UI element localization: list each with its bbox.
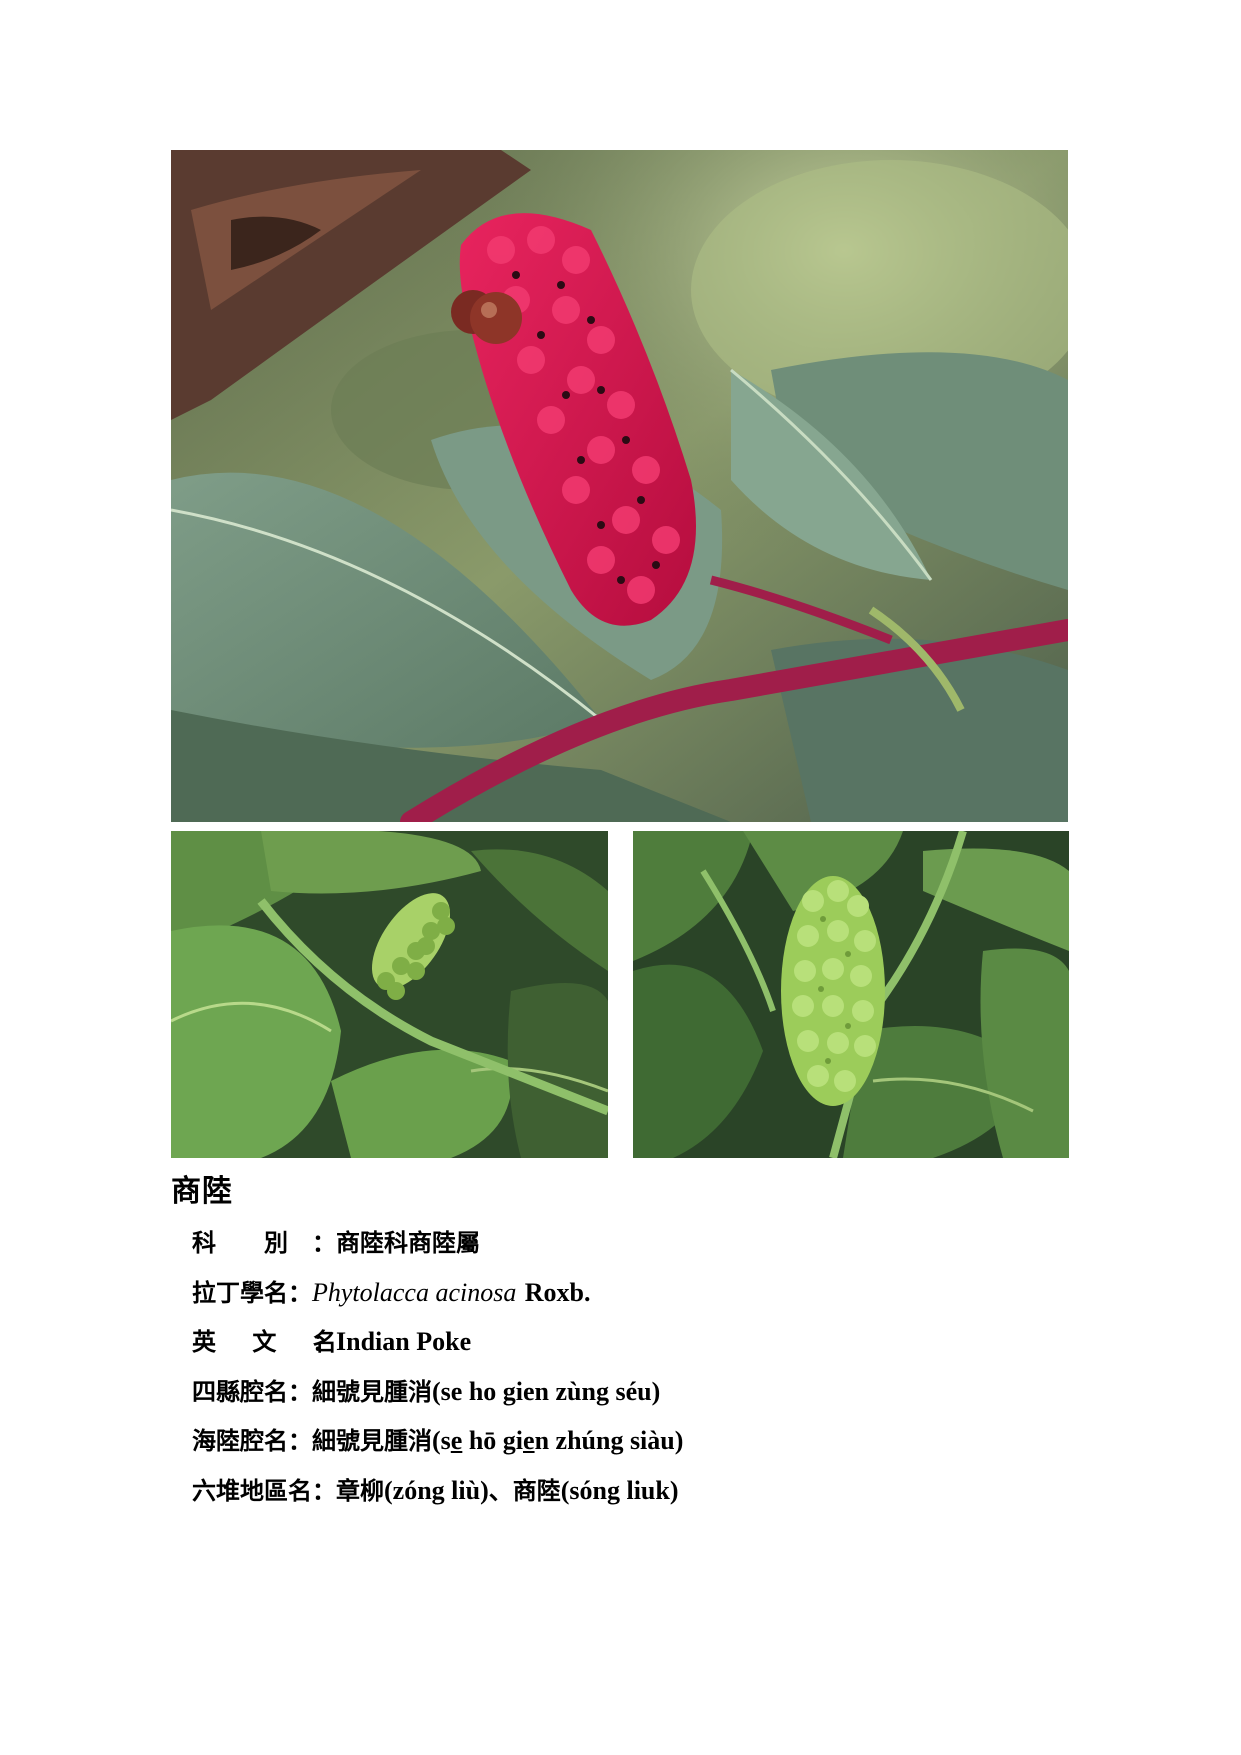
label-liudui-name: 六堆地區名: [192, 1476, 312, 1505]
label-hailu-name: 海陸腔名: [192, 1427, 288, 1455]
row-family: 科 別 ：商陸科商陸屬: [192, 1218, 683, 1268]
species-info: 科 別：商陸科商陸屬 拉丁學名：Phytolacca acinosa Roxb.…: [192, 1218, 683, 1515]
row-liudui-name: 六堆地區名：章柳(zóng liù)、商陸(sóng liuk): [192, 1466, 683, 1516]
species-name: 商陸: [171, 1174, 233, 1209]
separator: 、: [488, 1476, 513, 1505]
value-latin-author: Roxb.: [524, 1277, 591, 1307]
photo-main-red-flower: [171, 150, 1068, 822]
label-family: 科 別: [192, 1229, 288, 1257]
colon: ：: [312, 1229, 336, 1257]
colon: ：: [312, 1328, 336, 1356]
label-latin-name: 拉丁學名: [192, 1278, 288, 1307]
value-liudui-han-1: 章柳: [336, 1476, 384, 1505]
row-latin-name: 拉丁學名：Phytolacca acinosa Roxb.: [192, 1268, 683, 1318]
row-sixian-name: 四縣腔名：細號見腫消(se ho gien zùng séu): [192, 1367, 683, 1417]
photo-green-berries-left: [171, 831, 608, 1158]
value-latin-binomial: Phytolacca acinosa: [312, 1277, 517, 1307]
row-hailu-name: 海陸腔名：細號見腫消(se hō gien zhúng siàu): [192, 1416, 683, 1466]
value-liudui-rom-2: (sóng liuk): [560, 1475, 679, 1505]
value-sixian-romanization: (se ho gien zùng séu): [432, 1376, 661, 1406]
colon: ：: [288, 1377, 312, 1406]
value-family: 商陸科商陸屬: [336, 1229, 480, 1257]
value-hailu-romanization: (se hō gien zhúng siàu): [432, 1426, 684, 1455]
row-english-name: 英 文 名：Indian Poke: [192, 1317, 683, 1367]
value-liudui-rom-1: (zóng liù): [384, 1475, 489, 1505]
colon: ：: [288, 1427, 312, 1455]
label-english-name: 英 文 名: [192, 1328, 351, 1356]
label-sixian-name: 四縣腔名: [192, 1377, 288, 1406]
colon: ：: [288, 1278, 312, 1307]
value-english-name: Indian Poke: [336, 1327, 472, 1356]
colon: ：: [312, 1476, 336, 1505]
value-liudui-han-2: 商陸: [512, 1476, 561, 1505]
value-hailu-han: 細號見腫消: [312, 1427, 432, 1455]
value-sixian-han: 細號見腫消: [312, 1377, 432, 1406]
photo-green-berries-right: [633, 831, 1069, 1158]
